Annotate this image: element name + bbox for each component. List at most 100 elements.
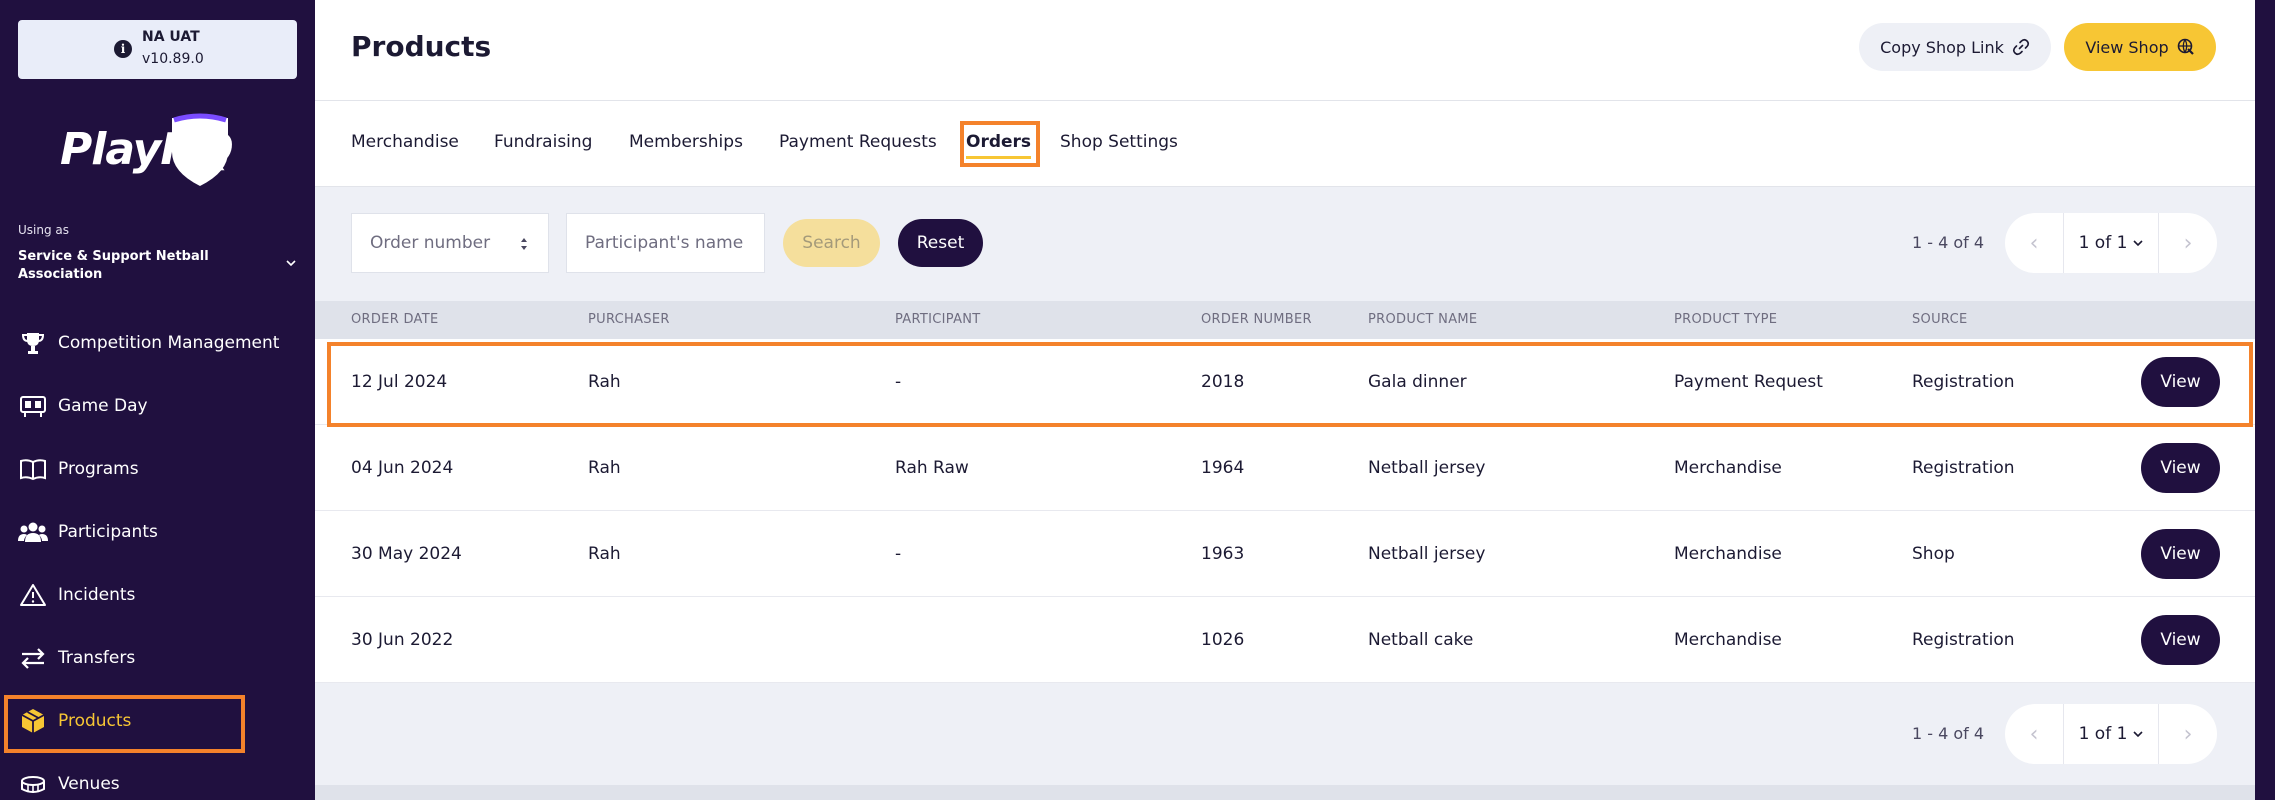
environment-name: NA UAT	[142, 29, 200, 45]
book-icon	[18, 454, 48, 484]
view-shop-button[interactable]: View Shop	[2064, 23, 2216, 71]
column-source: SOURCE	[1912, 312, 1968, 327]
source-cell: Registration	[1912, 630, 2015, 650]
column-product-name: PRODUCT NAME	[1368, 312, 1478, 327]
order-date-cell: 04 Jun 2024	[351, 458, 454, 478]
sidebar-item-label: Transfers	[58, 648, 136, 668]
chevron-down-icon[interactable]	[286, 258, 296, 268]
info-icon: i	[114, 40, 132, 58]
using-as-label: Using as	[18, 223, 70, 237]
participant-name-input[interactable]: Participant's name	[566, 213, 765, 273]
tab-payment-requests[interactable]: Payment Requests	[779, 132, 937, 152]
table-row: 30 Jun 2022 1026 Netball cake Merchandis…	[315, 597, 2255, 683]
source-cell: Registration	[1912, 458, 2015, 478]
page-select[interactable]: 1 of 1	[2063, 704, 2159, 764]
scoreboard-icon	[18, 391, 48, 421]
view-shop-label: View Shop	[2085, 37, 2169, 57]
playhq-logo[interactable]: PlayHQ	[60, 110, 250, 190]
table-header: ORDER DATE PURCHASER PARTICIPANT ORDER N…	[315, 301, 2255, 339]
table-row: 04 Jun 2024 Rah Rah Raw 1964 Netball jer…	[315, 425, 2255, 511]
column-product-type: PRODUCT TYPE	[1674, 312, 1778, 327]
participant-cell: -	[895, 544, 902, 564]
participant-cell: Rah Raw	[895, 458, 969, 478]
page-select-value: 1 of 1	[2078, 233, 2128, 253]
order-date-cell: 30 Jun 2022	[351, 630, 454, 650]
view-order-button[interactable]: View	[2141, 615, 2220, 665]
sidebar-item-label: Programs	[58, 459, 139, 479]
tab-memberships[interactable]: Memberships	[629, 132, 743, 152]
product-name-cell: Netball cake	[1368, 630, 1474, 650]
tab-merchandise[interactable]: Merchandise	[351, 132, 459, 152]
trophy-icon	[18, 328, 48, 358]
people-icon	[18, 517, 48, 547]
copy-shop-link-button[interactable]: Copy Shop Link	[1859, 23, 2051, 71]
participant-name-placeholder: Participant's name	[585, 233, 744, 253]
product-type-cell: Merchandise	[1674, 630, 1782, 650]
next-page-icon[interactable]: ›	[2159, 213, 2217, 273]
pagination-bottom: ‹ 1 of 1 ›	[2005, 704, 2217, 764]
source-cell: Shop	[1912, 544, 1955, 564]
sidebar-item-competition-management[interactable]: Competition Management	[0, 315, 315, 371]
link-icon	[2012, 38, 2029, 56]
products-highlight-box	[4, 695, 245, 753]
orders-tab-highlight-box	[960, 121, 1040, 167]
product-type-cell: Merchandise	[1674, 458, 1782, 478]
organisation-selector[interactable]: Service & Support Netball Association	[18, 248, 268, 284]
product-tabs: Merchandise Fundraising Memberships Paym…	[315, 101, 2255, 187]
reset-button[interactable]: Reset	[898, 219, 983, 267]
shop-globe-icon	[2177, 38, 2194, 55]
view-order-button[interactable]: View	[2141, 529, 2220, 579]
number-stepper-icon[interactable]	[520, 236, 528, 252]
sidebar-item-label: Incidents	[58, 585, 136, 605]
sidebar-item-label: Competition Management	[58, 333, 280, 353]
first-row-highlight-box	[327, 342, 2253, 427]
chevron-down-icon	[2133, 731, 2143, 738]
page-select[interactable]: 1 of 1	[2063, 213, 2159, 273]
purchaser-cell: Rah	[588, 544, 621, 564]
page-header: Products Copy Shop Link View Shop	[315, 0, 2255, 101]
copy-shop-link-label: Copy Shop Link	[1880, 37, 2004, 57]
search-button[interactable]: Search	[783, 219, 880, 267]
page-title: Products	[351, 30, 492, 63]
previous-page-icon[interactable]: ‹	[2005, 704, 2063, 764]
sidebar-item-label: Venues	[58, 774, 120, 794]
column-order-date: ORDER DATE	[351, 312, 439, 327]
sidebar: i NA UAT v10.89.0 PlayHQ Using as Servic…	[0, 0, 315, 800]
product-name-cell: Netball jersey	[1368, 458, 1486, 478]
sidebar-item-transfers[interactable]: Transfers	[0, 630, 315, 686]
order-number-cell: 1964	[1201, 458, 1245, 478]
sidebar-item-label: Game Day	[58, 396, 148, 416]
sidebar-item-game-day[interactable]: Game Day	[0, 378, 315, 434]
order-number-cell: 1026	[1201, 630, 1245, 650]
view-order-button[interactable]: View	[2141, 443, 2220, 493]
pagination-range-bottom: 1 - 4 of 4	[1912, 724, 1985, 743]
pagination-range-top: 1 - 4 of 4	[1912, 233, 1985, 252]
column-purchaser: PURCHASER	[588, 312, 670, 327]
sidebar-item-venues[interactable]: Venues	[0, 756, 315, 800]
order-number-input[interactable]: Order number	[351, 213, 549, 273]
tab-fundraising[interactable]: Fundraising	[494, 132, 592, 152]
purchaser-cell: Rah	[588, 458, 621, 478]
footer-strip	[315, 785, 2255, 800]
table-row: 30 May 2024 Rah - 1963 Netball jersey Me…	[315, 511, 2255, 597]
order-date-cell: 30 May 2024	[351, 544, 462, 564]
previous-page-icon[interactable]: ‹	[2005, 213, 2063, 273]
order-number-placeholder: Order number	[370, 233, 491, 253]
product-type-cell: Merchandise	[1674, 544, 1782, 564]
page-select-value: 1 of 1	[2078, 724, 2128, 744]
product-name-cell: Netball jersey	[1368, 544, 1486, 564]
next-page-icon[interactable]: ›	[2159, 704, 2217, 764]
tab-shop-settings[interactable]: Shop Settings	[1060, 132, 1178, 152]
arrows-icon	[18, 643, 48, 673]
chevron-down-icon	[2133, 240, 2143, 247]
sidebar-item-incidents[interactable]: Incidents	[0, 567, 315, 623]
column-participant: PARTICIPANT	[895, 312, 981, 327]
stadium-icon	[18, 769, 48, 799]
right-side-rail	[2255, 0, 2275, 800]
order-number-cell: 1963	[1201, 544, 1245, 564]
pagination-top: ‹ 1 of 1 ›	[2005, 213, 2217, 273]
sidebar-item-label: Participants	[58, 522, 158, 542]
sidebar-item-participants[interactable]: Participants	[0, 504, 315, 560]
sidebar-item-programs[interactable]: Programs	[0, 441, 315, 497]
column-order-number: ORDER NUMBER	[1201, 312, 1312, 327]
